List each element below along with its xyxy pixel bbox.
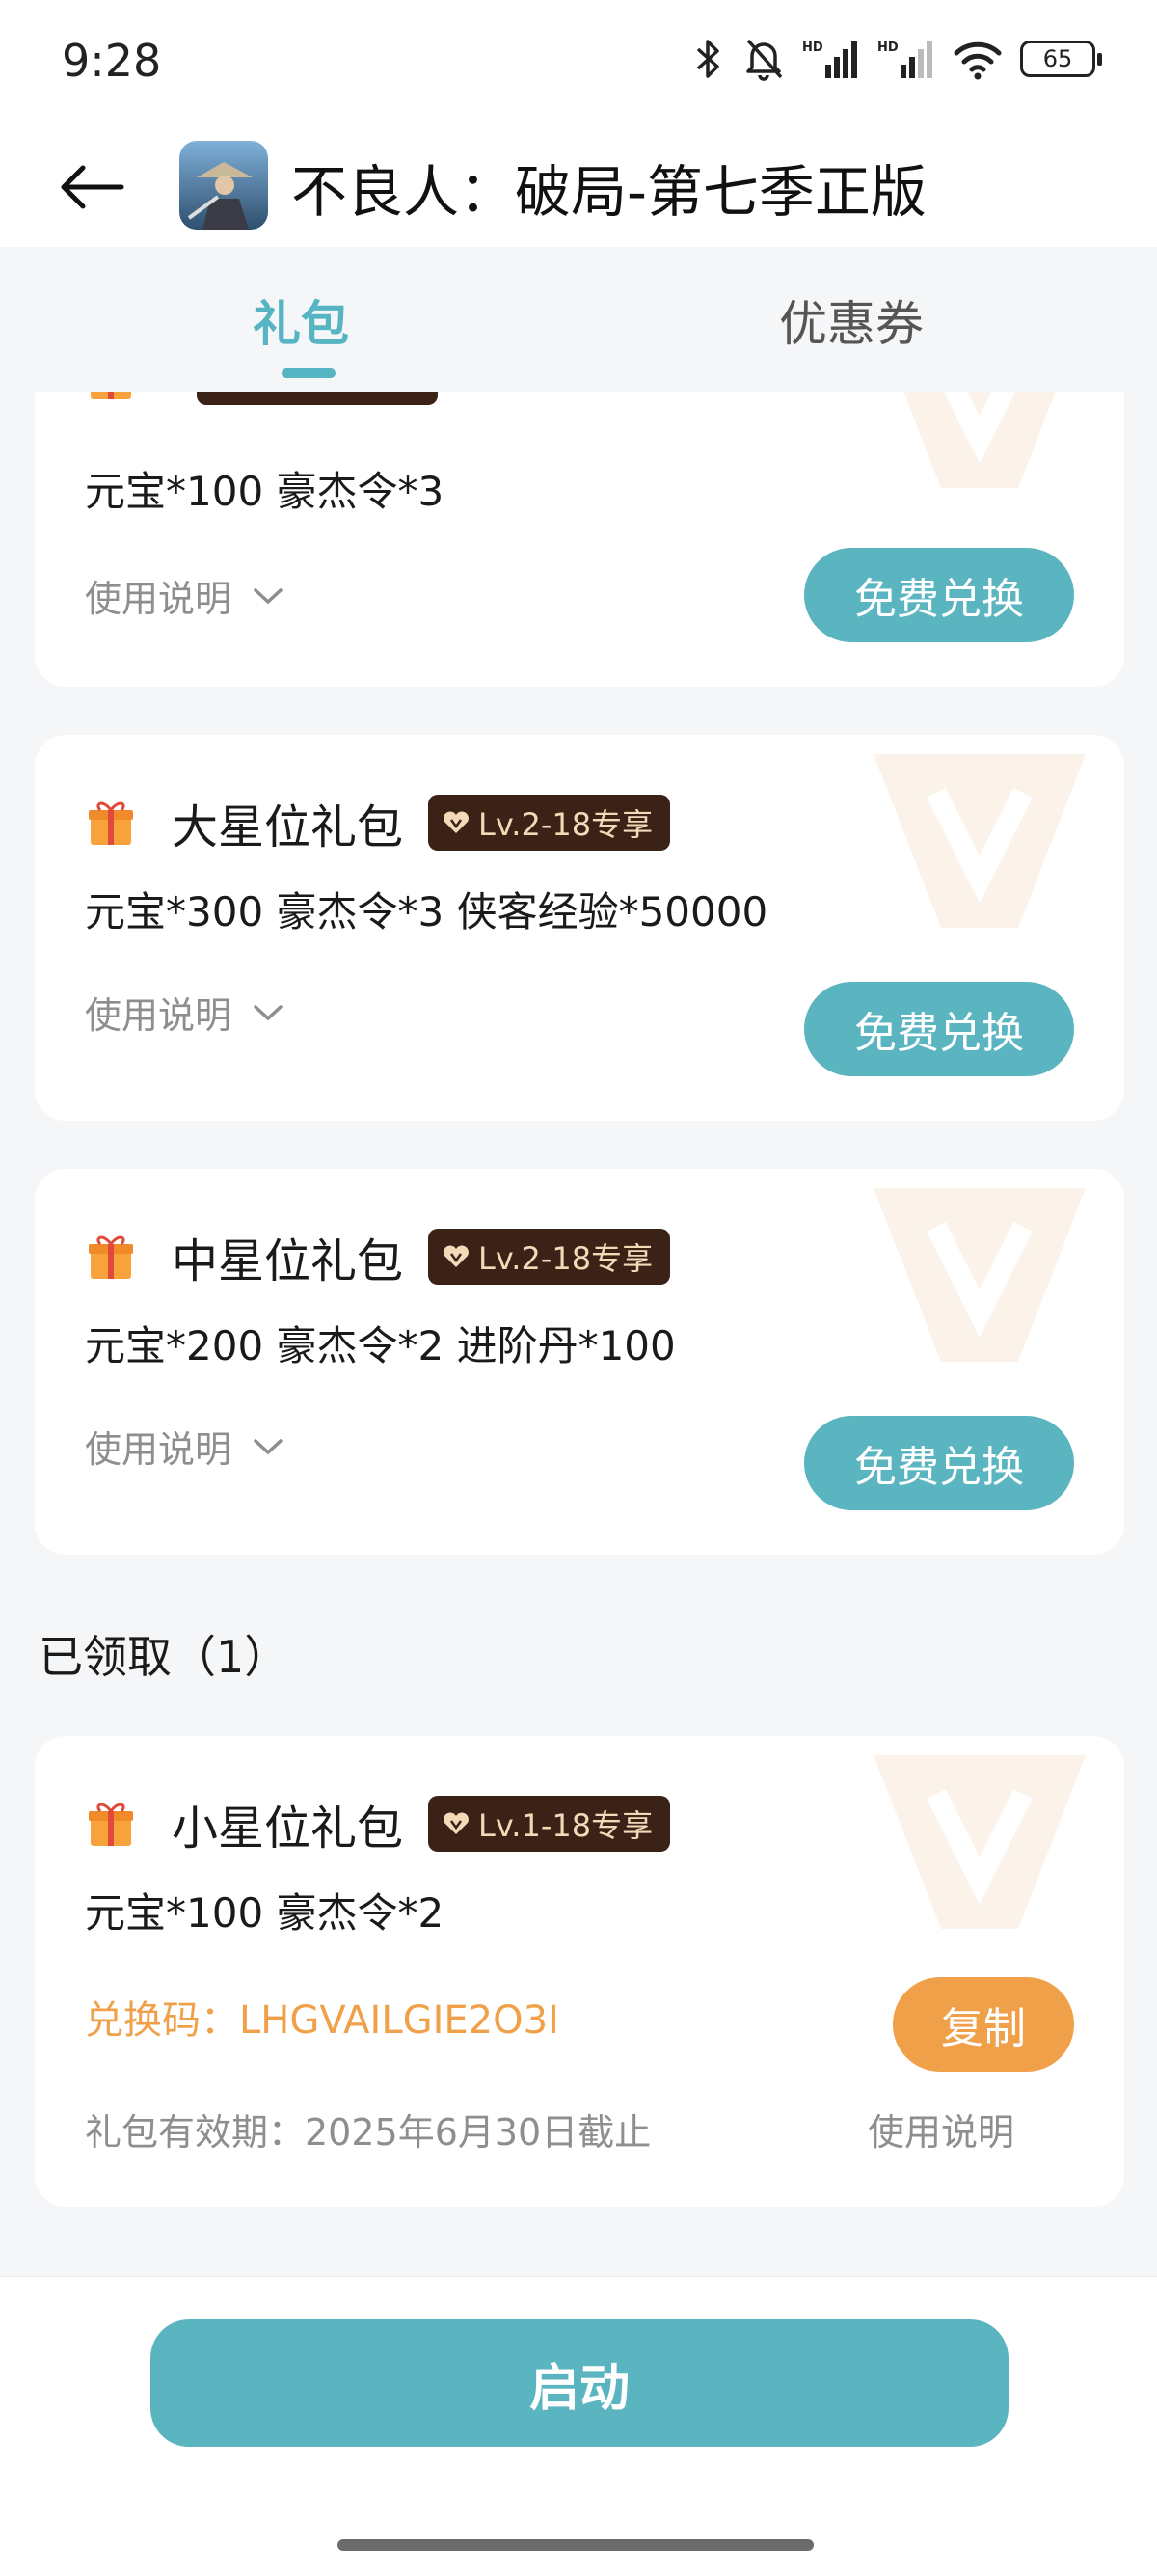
redeem-button[interactable]: 免费兑换 (804, 1416, 1074, 1510)
home-indicator[interactable] (337, 2539, 814, 2551)
svg-text:HD: HD (877, 41, 899, 55)
gift-items: 元宝*300 豪杰令*3 侠客经验*50000 (85, 888, 768, 935)
back-button[interactable] (58, 156, 131, 218)
chevron-down-icon (254, 1438, 283, 1454)
gift-title: 中星位礼包 (172, 1234, 404, 1288)
bottom-bar: 启动 (0, 2276, 1157, 2576)
usage-instructions-toggle[interactable]: 使用说明 (85, 986, 283, 1039)
gift-icon (91, 392, 131, 399)
heart-v-icon (444, 1245, 469, 1267)
tab-bar: 礼包 优惠券 (0, 247, 1157, 392)
tab-gifts[interactable]: 礼包 (253, 285, 349, 355)
gift-items: 元宝*100 豪杰令*3 (85, 468, 444, 515)
status-icons: HD HD 65 (692, 37, 1102, 81)
gift-title: 大星位礼包 (172, 800, 404, 854)
gift-card: 大星位礼包 Lv.2-18专享 元宝*300 豪杰令*3 侠客经验*50000 … (35, 735, 1124, 1121)
claimed-section-title: 已领取（1） (39, 1631, 289, 1683)
signal-hd-icon: HD (877, 41, 932, 78)
gift-card: 中星位礼包 Lv.2-18专享 元宝*200 豪杰令*2 进阶丹*100 使用说… (35, 1169, 1124, 1555)
redeem-button[interactable]: 免费兑换 (804, 982, 1074, 1076)
page-title: 不良人：破局-第七季正版 (291, 159, 927, 225)
usage-instructions-toggle[interactable]: 使用说明 (85, 569, 283, 622)
arrow-left-icon (61, 165, 124, 209)
usage-instructions-toggle[interactable]: 使用说明 (85, 1420, 283, 1473)
launch-button[interactable]: 启动 (150, 2319, 1009, 2447)
gift-card-header: 中星位礼包 Lv.2-18专享 (85, 1223, 671, 1290)
battery-level: 65 (1042, 45, 1073, 72)
level-badge: Lv.2-18专享 (428, 795, 671, 851)
copy-code-button[interactable]: 复制 (893, 1977, 1074, 2072)
usage-instructions-link[interactable]: 使用说明 (868, 2102, 1014, 2156)
status-time: 9:28 (62, 35, 162, 87)
heart-v-icon (444, 1812, 469, 1834)
watermark-v-icon (874, 754, 1086, 928)
gift-card-header: 大星位礼包 Lv.2-18专享 (85, 789, 671, 856)
mute-bell-icon (746, 39, 783, 81)
gift-card: 元宝*100 豪杰令*3 使用说明 免费兑换 (35, 392, 1124, 687)
app-header: 不良人：破局-第七季正版 (0, 127, 1157, 247)
redeem-code: 兑换码：LHGVAILGIE2O3I (85, 1998, 559, 2043)
heart-v-icon (444, 811, 469, 833)
active-tab-indicator (282, 368, 336, 378)
gift-title: 小星位礼包 (172, 1802, 404, 1856)
level-badge: Lv.1-18专享 (428, 1796, 671, 1852)
chevron-down-icon (254, 587, 283, 604)
level-badge: Lv.2-18专享 (428, 1229, 671, 1285)
gift-icon (89, 801, 133, 845)
gift-items: 元宝*200 豪杰令*2 进阶丹*100 (85, 1322, 676, 1369)
gift-items: 元宝*100 豪杰令*2 (85, 1889, 444, 1937)
app-icon (179, 141, 268, 230)
gift-icon (89, 1803, 133, 1846)
level-badge (197, 392, 438, 405)
wifi-icon (954, 41, 1002, 80)
redeem-button[interactable]: 免费兑换 (804, 548, 1074, 642)
gift-icon (89, 1235, 133, 1279)
bluetooth-icon (696, 40, 719, 78)
claimed-gift-card: 小星位礼包 Lv.1-18专享 元宝*100 豪杰令*2 兑换码：LHGVAIL… (35, 1736, 1124, 2207)
chevron-down-icon (254, 1004, 283, 1020)
gift-card-header: 小星位礼包 Lv.1-18专享 (85, 1790, 671, 1857)
tab-coupons[interactable]: 优惠券 (779, 285, 924, 355)
watermark-v-icon (874, 1755, 1086, 1929)
gift-card-header (85, 392, 438, 405)
gift-list[interactable]: 元宝*100 豪杰令*3 使用说明 免费兑换 大星位礼包 Lv.2-18专享 元… (0, 392, 1157, 2272)
watermark-v-icon (903, 392, 1056, 488)
svg-text:HD: HD (802, 41, 823, 55)
signal-hd-icon: HD (802, 41, 857, 78)
status-bar: 9:28 HD HD 65 (0, 0, 1157, 127)
battery-icon: 65 (1020, 41, 1102, 77)
watermark-v-icon (874, 1188, 1086, 1362)
gift-validity: 礼包有效期：2025年6月30日截止 (85, 2111, 652, 2154)
